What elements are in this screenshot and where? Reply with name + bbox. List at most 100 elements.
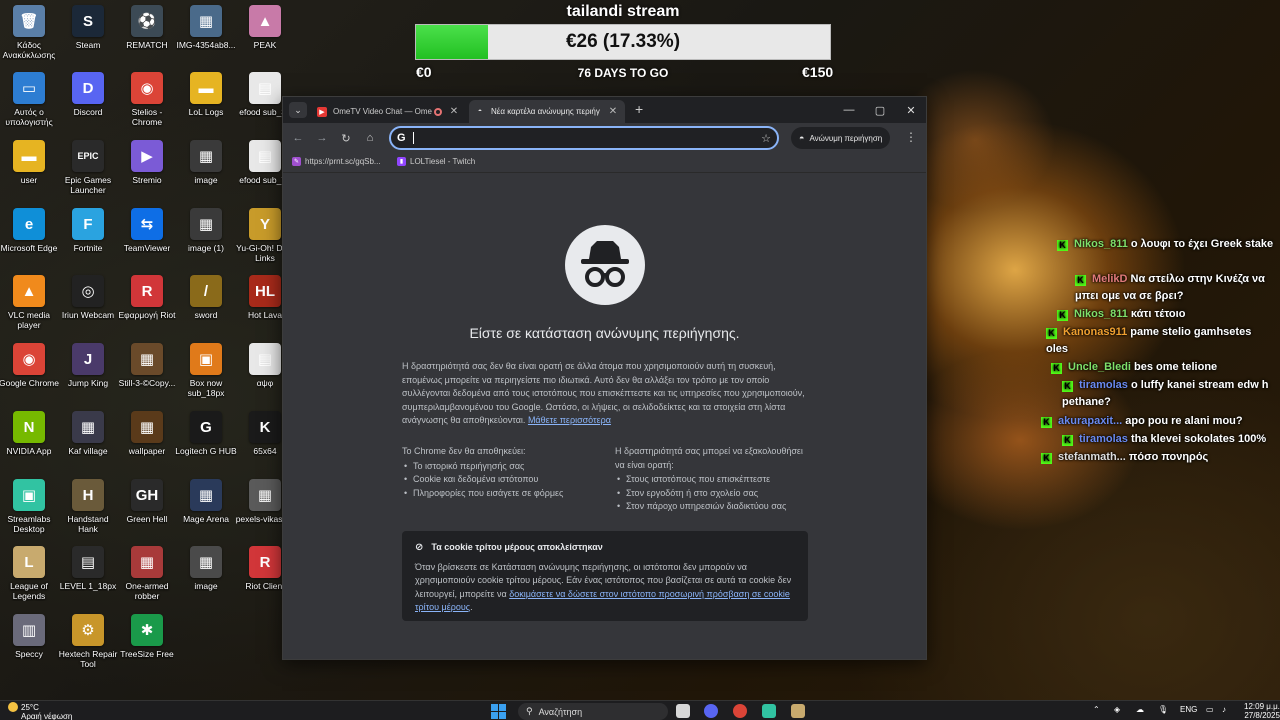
league-taskbar-icon[interactable] (791, 704, 805, 718)
search-icon: ⚲ (526, 706, 533, 716)
desktop-icon[interactable]: ▥ Speccy (0, 614, 60, 659)
minimize-icon[interactable]: — (834, 100, 864, 120)
app-icon: ✱ (131, 614, 163, 646)
desktop-icon[interactable]: G Logitech G HUB (175, 411, 237, 456)
desktop-icon[interactable]: ✱ TreeSize Free (116, 614, 178, 659)
desktop-icon[interactable]: ▦ image (1) (175, 208, 237, 253)
address-bar[interactable]: G ☆ (389, 126, 779, 150)
chat-text: bes ome telione (1134, 361, 1218, 373)
volume-icon[interactable]: ♪ (1222, 705, 1226, 714)
desktop-icon[interactable]: ◉ Google Chrome (0, 343, 60, 388)
app-icon: ⇆ (131, 208, 163, 240)
tab-ometv[interactable]: ▶ OmeTV Video Chat — Ome ✕ (311, 100, 466, 123)
desktop-icon[interactable]: ▤ LEVEL 1_18px (57, 546, 119, 591)
learn-more-link[interactable]: Μάθετε περισσότερα (528, 415, 611, 425)
forward-arrow-icon[interactable]: → (314, 130, 330, 146)
desktop-icon[interactable]: ◉ Stelios - Chrome (116, 72, 178, 127)
app-icon: ▣ (190, 343, 222, 375)
tab-new-incognito[interactable]: ◓ Νέα καρτέλα ανώνυμης περιήγ ✕ (469, 100, 625, 123)
tab-search-chevron-icon[interactable]: ⌄ (289, 102, 307, 118)
desktop-icon[interactable]: N NVIDIA App (0, 411, 60, 456)
desktop-icon[interactable]: ▦ image (175, 140, 237, 185)
desktop-icon[interactable]: ⇆ TeamViewer (116, 208, 178, 253)
desktop-icon[interactable]: ▶ Stremio (116, 140, 178, 185)
incognito-profile-chip[interactable]: ◓ Ανώνυμη περιήγηση (791, 127, 891, 149)
desktop-icon[interactable]: ⚙ Hextech Repair Tool (57, 614, 119, 669)
taskbar-search[interactable]: ⚲ Αναζήτηση (518, 703, 668, 720)
desktop-icon[interactable]: ▭ Αυτός ο υπολογιστής (0, 72, 60, 127)
desktop-icon[interactable]: / sword (175, 275, 237, 320)
streamlabs-taskbar-icon[interactable] (762, 704, 776, 718)
list-item: Στον πάροχο υπηρεσιών διαδικτύου σας (615, 500, 811, 514)
desktop-icon-label: image (194, 175, 218, 185)
app-icon: G (190, 411, 222, 443)
desktop-icon[interactable]: ▦ Mage Arena (175, 479, 237, 524)
bookmark-twitch[interactable]: ▮ LOLTiesel - Twitch (397, 157, 475, 166)
desktop-icon-label: wallpaper (128, 446, 166, 456)
close-tab-icon[interactable]: ✕ (607, 106, 619, 117)
network-icon[interactable]: ▭ (1206, 705, 1214, 714)
desktop-icon[interactable]: ▦ Still-3-©Copy... (116, 343, 178, 388)
desktop-icon[interactable]: S Steam (57, 5, 119, 50)
desktop-icon[interactable]: ▦ One-armed robber (116, 546, 178, 601)
desktop-icon[interactable]: ▲ VLC media player (0, 275, 60, 330)
close-tab-icon[interactable]: ✕ (448, 106, 460, 117)
microphone-icon[interactable]: 🎙 (1158, 705, 1168, 714)
language-indicator[interactable]: ENG (1180, 705, 1197, 714)
app-icon: ▤ (249, 343, 281, 375)
home-icon[interactable]: ⌂ (362, 130, 378, 146)
task-view-icon[interactable] (676, 704, 690, 718)
chat-username: Uncle_Bledi (1068, 361, 1131, 373)
desktop-icon[interactable]: GH Green Hell (116, 479, 178, 524)
desktop-icon[interactable]: ▦ Kaf village (57, 411, 119, 456)
tray-app-icon[interactable]: ◈ (1114, 705, 1120, 714)
desktop-icon[interactable]: R Εφαρμογή Riot (116, 275, 178, 320)
desktop-icon[interactable]: H Handstand Hank (57, 479, 119, 534)
taskbar-clock[interactable]: 12:09 μ.μ. 27/8/2025 (1244, 702, 1280, 720)
list-item: Το ιστορικό περιήγησής σας (402, 460, 602, 474)
tray-chevron-icon[interactable]: ⌃ (1093, 705, 1100, 714)
desktop-icon[interactable]: ▲ PEAK (234, 5, 296, 50)
desktop-icon-label: VLC media player (7, 310, 51, 330)
weather-widget[interactable]: 25°C Αραιή νέφωση (8, 702, 72, 720)
desktop-icon[interactable]: ▦ wallpaper (116, 411, 178, 456)
reload-icon[interactable]: ↻ (338, 130, 354, 146)
discord-taskbar-icon[interactable] (704, 704, 718, 718)
desktop-icon[interactable]: EPIC Epic Games Launcher (57, 140, 119, 195)
desktop-icon[interactable]: ▦ IMG-4354ab8... (175, 5, 237, 50)
chat-message: K Kanonas911 pame stelio gamhsetes oles (1046, 324, 1276, 358)
desktop-icon[interactable]: J Jump King (57, 343, 119, 388)
desktop-icon[interactable]: ◎ Iriun Webcam (57, 275, 119, 320)
desktop-icon-label: image (1) (188, 243, 224, 253)
desktop-icon-label: LoL Logs (188, 107, 224, 117)
desktop-icon[interactable]: ▬ LoL Logs (175, 72, 237, 117)
omnibox-input[interactable] (414, 132, 755, 144)
chrome-taskbar-icon[interactable] (733, 704, 747, 718)
maximize-icon[interactable]: ▢ (865, 100, 895, 120)
desktop-icon[interactable]: L League of Legends (0, 546, 60, 601)
chat-text: πόσο πονηρός (1128, 451, 1209, 463)
bookmark-prntsc[interactable]: ✎ https://prnt.sc/gqSb... (292, 157, 381, 166)
onedrive-icon[interactable]: ☁ (1136, 705, 1144, 714)
new-tab-button[interactable]: + (635, 101, 643, 117)
bookmark-star-icon[interactable]: ☆ (755, 132, 777, 145)
app-icon: ▣ (13, 479, 45, 511)
back-arrow-icon[interactable]: ← (290, 130, 306, 146)
desktop-icon[interactable]: ⚽ REMATCH (116, 5, 178, 50)
goal-end-label: €150 (802, 64, 834, 80)
desktop-icon[interactable]: ▣ Streamlabs Desktop (0, 479, 60, 534)
desktop-icon[interactable]: F Fortnite (57, 208, 119, 253)
desktop-icon[interactable]: ▣ Box now sub_18px (175, 343, 237, 398)
kebab-menu-icon[interactable]: ⋮ (905, 130, 917, 144)
desktop-icon[interactable]: ▬ user (0, 140, 60, 185)
desktop-icon-label: Εφαρμογή Riot (118, 310, 176, 320)
desktop-icon[interactable]: e Microsoft Edge (0, 208, 60, 253)
desktop-icon[interactable]: 🗑 Κάδος Ανακύκλωσης (0, 5, 60, 60)
desktop-icon[interactable]: ▦ image (175, 546, 237, 591)
close-window-icon[interactable]: ✕ (896, 100, 926, 120)
app-icon: ▦ (190, 5, 222, 37)
windows-start-icon[interactable] (491, 704, 506, 719)
desktop-icon[interactable]: D Discord (57, 72, 119, 117)
sun-cloud-icon (8, 702, 18, 712)
desktop-icon-label: αψφ (256, 378, 274, 388)
